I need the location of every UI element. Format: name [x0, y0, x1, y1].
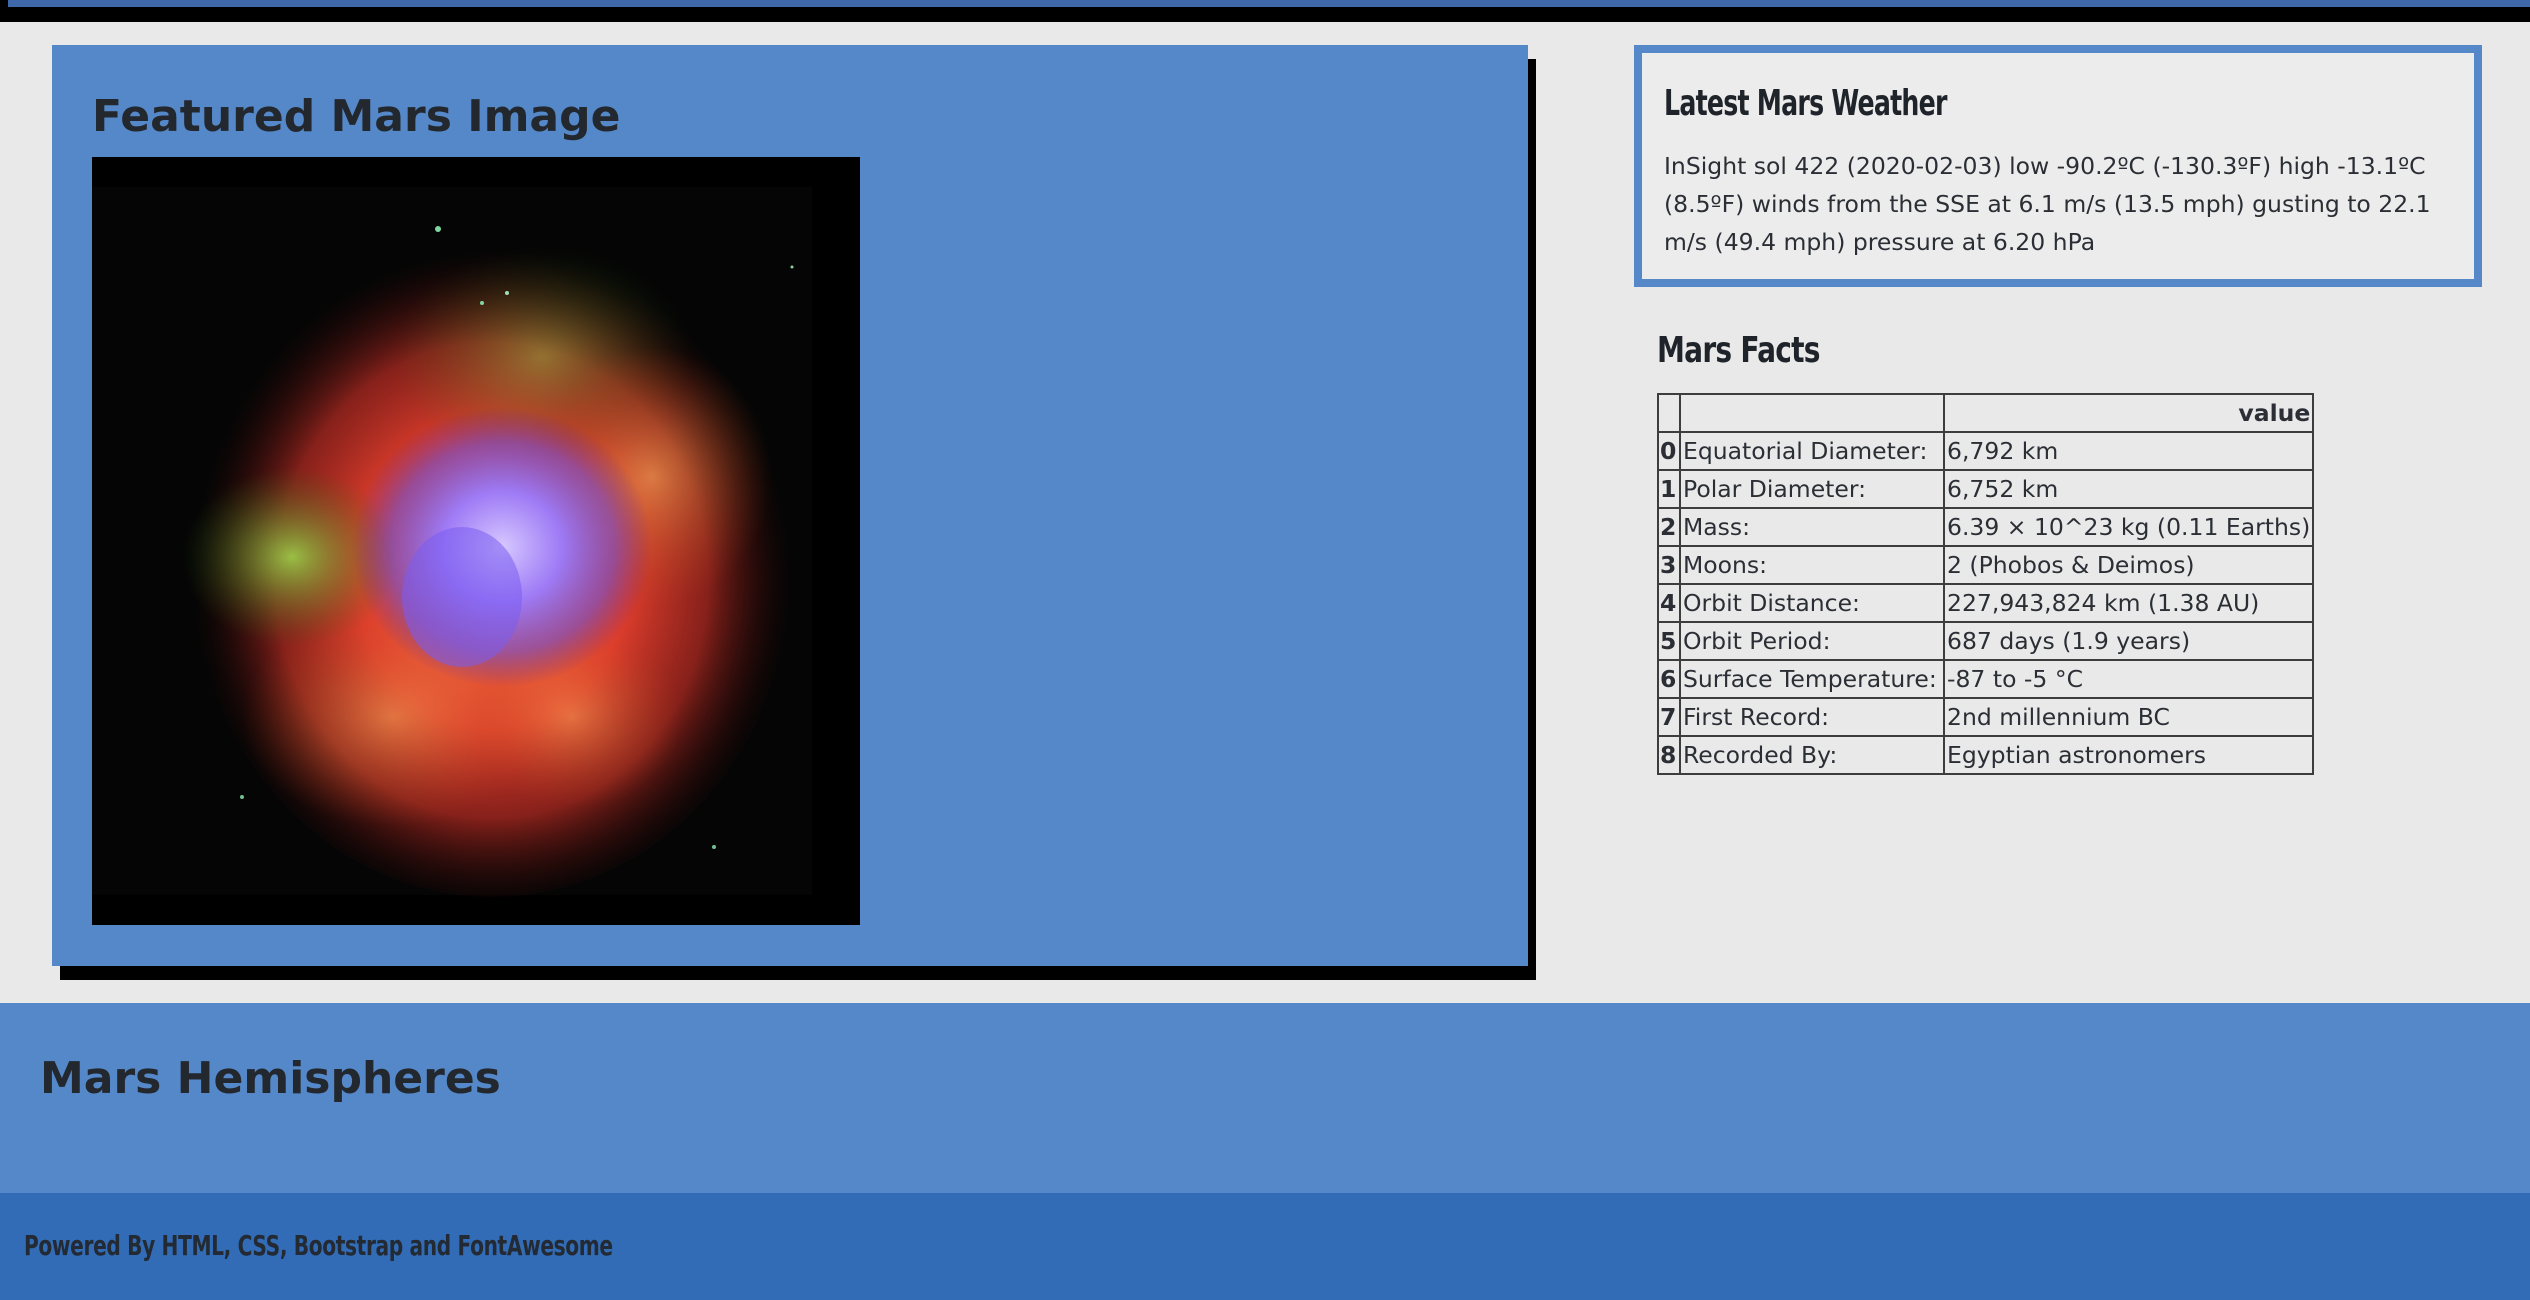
top-bar-accent: [8, 0, 2530, 7]
table-row: 2 Mass: 6.39 × 10^23 kg (0.11 Earths): [1657, 507, 2315, 547]
weather-title: Latest Mars Weather: [1664, 83, 1947, 124]
mars-weather-card: Latest Mars Weather InSight sol 422 (202…: [1634, 45, 2482, 287]
table-row: 8 Recorded By: Egyptian astronomers: [1657, 735, 2315, 775]
hemispheres-title: Mars Hemispheres: [40, 1053, 501, 1104]
featured-image-title: Featured Mars Image: [92, 91, 621, 142]
nebula-image: [92, 157, 860, 925]
row-index: 4: [1657, 583, 1681, 623]
table-row: 4 Orbit Distance: 227,943,824 km (1.38 A…: [1657, 583, 2315, 623]
row-value: 687 days (1.9 years): [1942, 621, 2315, 661]
row-index: 0: [1657, 431, 1681, 471]
row-value: 227,943,824 km (1.38 AU): [1942, 583, 2315, 623]
facts-table-header: value: [1657, 393, 2315, 433]
row-index: 8: [1657, 735, 1681, 775]
top-bar: [0, 0, 2530, 22]
table-row: 7 First Record: 2nd millennium BC: [1657, 697, 2315, 737]
row-value: 2 (Phobos & Deimos): [1942, 545, 2315, 585]
row-index: 5: [1657, 621, 1681, 661]
featured-image[interactable]: [92, 157, 860, 925]
table-row: 1 Polar Diameter: 6,752 km: [1657, 469, 2315, 509]
row-label: Surface Temperature:: [1679, 659, 1945, 699]
row-label: Mass:: [1679, 507, 1945, 547]
row-value: -87 to -5 °C: [1942, 659, 2315, 699]
footer: Powered By HTML, CSS, Bootstrap and Font…: [0, 1193, 2530, 1300]
table-row: 0 Equatorial Diameter: 6,792 km: [1657, 431, 2315, 471]
weather-text: InSight sol 422 (2020-02-03) low -90.2ºC…: [1664, 152, 2431, 256]
row-label: Moons:: [1679, 545, 1945, 585]
row-label: Orbit Distance:: [1679, 583, 1945, 623]
row-index: 7: [1657, 697, 1681, 737]
row-index: 3: [1657, 545, 1681, 585]
table-row: 3 Moons: 2 (Phobos & Deimos): [1657, 545, 2315, 585]
row-label: Orbit Period:: [1679, 621, 1945, 661]
row-index: 2: [1657, 507, 1681, 547]
hemispheres-section: Mars Hemispheres: [0, 1003, 2530, 1193]
row-label: Recorded By:: [1679, 735, 1945, 775]
row-label: Equatorial Diameter:: [1679, 431, 1945, 471]
row-value: 2nd millennium BC: [1942, 697, 2315, 737]
facts-title: Mars Facts: [1657, 330, 1820, 371]
facts-header-index: [1657, 393, 1681, 433]
row-value: 6,752 km: [1942, 469, 2315, 509]
row-index: 1: [1657, 469, 1681, 509]
facts-table: value 0 Equatorial Diameter: 6,792 km 1 …: [1657, 393, 2315, 775]
row-label: Polar Diameter:: [1679, 469, 1945, 509]
facts-header-value: value: [1942, 393, 2315, 433]
table-row: 6 Surface Temperature: -87 to -5 °C: [1657, 659, 2315, 699]
footer-text: Powered By HTML, CSS, Bootstrap and Font…: [24, 1229, 613, 1262]
row-value: Egyptian astronomers: [1942, 735, 2315, 775]
featured-image-card: Featured Mars Image: [52, 45, 1528, 966]
row-label: First Record:: [1679, 697, 1945, 737]
table-row: 5 Orbit Period: 687 days (1.9 years): [1657, 621, 2315, 661]
row-index: 6: [1657, 659, 1681, 699]
row-value: 6,792 km: [1942, 431, 2315, 471]
row-value: 6.39 × 10^23 kg (0.11 Earths): [1942, 507, 2315, 547]
facts-header-label: [1679, 393, 1945, 433]
